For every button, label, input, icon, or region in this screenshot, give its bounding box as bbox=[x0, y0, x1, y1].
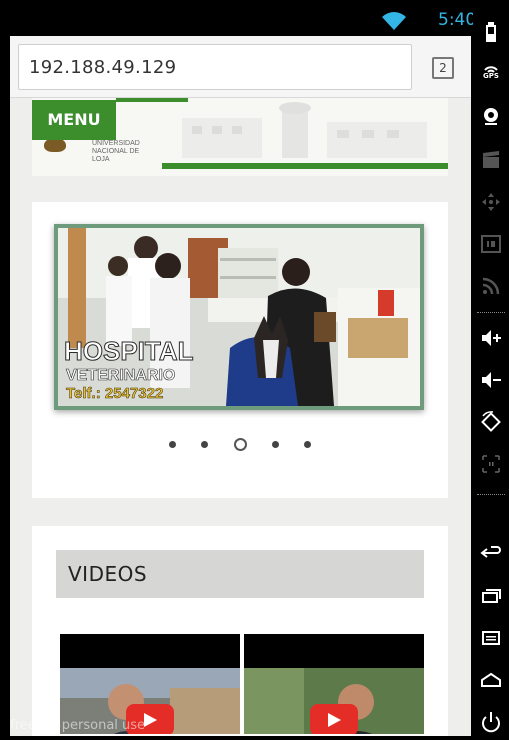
carousel-dot[interactable] bbox=[303, 441, 311, 448]
header-accent-bar bbox=[116, 98, 188, 102]
back-icon[interactable] bbox=[479, 540, 503, 564]
id-icon[interactable] bbox=[479, 232, 503, 256]
panel-divider bbox=[477, 494, 505, 495]
panel-divider bbox=[477, 312, 505, 313]
power-icon[interactable] bbox=[479, 710, 503, 734]
carousel-dot[interactable] bbox=[169, 441, 177, 448]
volume-up-icon[interactable] bbox=[479, 326, 503, 350]
play-icon bbox=[328, 713, 341, 727]
hospital-veterinario-banner: HOSPITAL VETERINARIO Telf.: 2547322 bbox=[58, 228, 420, 406]
carousel-dot[interactable] bbox=[271, 441, 279, 448]
carousel-dot-active[interactable] bbox=[233, 438, 247, 451]
gps-label: GPS bbox=[483, 72, 499, 80]
video-thumbnail[interactable] bbox=[244, 634, 424, 734]
site-header: IL UNIVERSIDAD NACIONAL DE LOJA MENU bbox=[32, 98, 448, 176]
rotate-icon[interactable] bbox=[479, 410, 503, 434]
clapboard-icon[interactable] bbox=[479, 148, 503, 172]
tab-switcher-button[interactable]: 2 bbox=[432, 57, 454, 79]
watermark-text: free for personal use bbox=[10, 718, 146, 733]
scale-icon[interactable] bbox=[479, 452, 503, 476]
university-seal-icon bbox=[44, 138, 66, 152]
play-icon bbox=[144, 713, 157, 727]
rss-icon[interactable] bbox=[479, 274, 503, 298]
browser-screen: 192.188.49.129 2 IL UNIVERSIDAD NACIONAL… bbox=[10, 36, 471, 736]
carousel-dot[interactable] bbox=[201, 441, 209, 448]
emulator-side-panel: GPS bbox=[473, 0, 509, 740]
battery-icon bbox=[486, 22, 496, 42]
videos-heading: VIDEOS bbox=[56, 550, 424, 598]
header-underline-bar bbox=[162, 163, 448, 169]
play-button[interactable] bbox=[310, 704, 358, 734]
banner-subtitle: VETERINARIO bbox=[66, 367, 175, 384]
wifi-icon bbox=[382, 12, 406, 30]
recent-apps-icon[interactable] bbox=[479, 584, 503, 608]
menu-button[interactable]: MENU bbox=[32, 100, 116, 140]
videos-card: VIDEOS bbox=[32, 526, 448, 736]
camera-icon[interactable] bbox=[479, 104, 503, 128]
carousel-slide[interactable]: HOSPITAL VETERINARIO Telf.: 2547322 bbox=[54, 224, 424, 410]
videos-heading-text: VIDEOS bbox=[68, 562, 148, 586]
volume-down-icon[interactable] bbox=[479, 368, 503, 392]
carousel-dots bbox=[32, 434, 448, 454]
status-bar: 5:40 bbox=[10, 6, 476, 36]
university-name: UNIVERSIDAD NACIONAL DE LOJA bbox=[92, 140, 140, 163]
url-text: 192.188.49.129 bbox=[29, 57, 177, 78]
address-bar: 192.188.49.129 2 bbox=[10, 36, 471, 98]
dpad-icon[interactable] bbox=[479, 190, 503, 214]
slider-card: HOSPITAL VETERINARIO Telf.: 2547322 bbox=[32, 202, 448, 498]
menu-icon[interactable] bbox=[479, 626, 503, 650]
status-clock: 5:40 bbox=[438, 10, 477, 30]
device-frame: 5:40 192.188.49.129 2 IL UNIVERSIDAD bbox=[0, 0, 509, 740]
banner-phone: Telf.: 2547322 bbox=[66, 385, 163, 402]
home-icon[interactable] bbox=[479, 668, 503, 692]
banner-title: HOSPITAL bbox=[64, 336, 194, 366]
url-input[interactable]: 192.188.49.129 bbox=[18, 44, 412, 90]
